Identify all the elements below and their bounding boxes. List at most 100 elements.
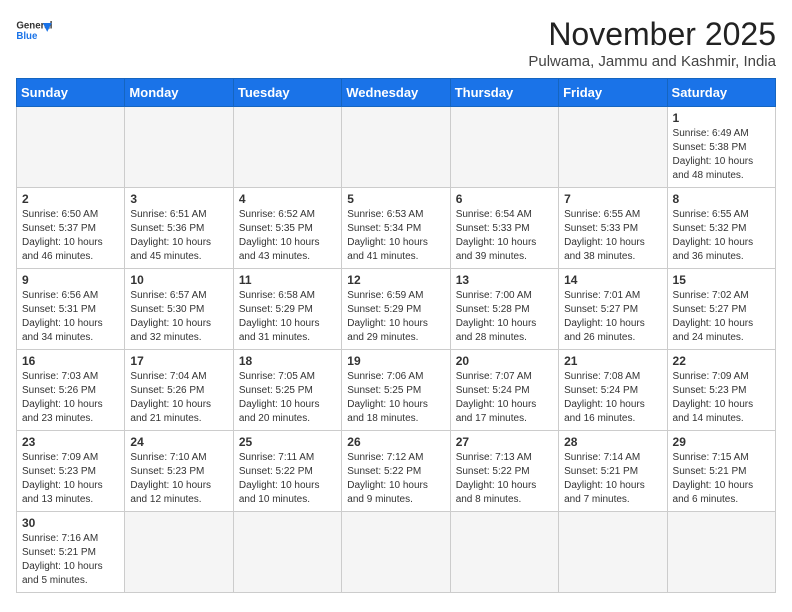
day-info: Sunrise: 7:04 AM Sunset: 5:26 PM Dayligh… xyxy=(130,370,227,426)
calendar-cell: 22 Sunrise: 7:09 AM Sunset: 5:23 PM Dayli… xyxy=(667,350,775,431)
logo: General Blue xyxy=(16,16,52,46)
calendar-cell: 26Sunrise: 7:12 AM Sunset: 5:22 PM Dayli… xyxy=(342,431,450,512)
day-info: Sunrise: 6:54 AM Sunset: 5:33 PM Dayligh… xyxy=(456,208,553,264)
day-info: Sunrise: 6:51 AM Sunset: 5:36 PM Dayligh… xyxy=(130,208,227,264)
day-number: 20 xyxy=(456,354,553,368)
day-number: 17 xyxy=(130,354,227,368)
calendar-cell: 8Sunrise: 6:55 AM Sunset: 5:32 PM Daylig… xyxy=(667,188,775,269)
day-number: 7 xyxy=(564,192,661,206)
calendar-cell: 19Sunrise: 7:06 AM Sunset: 5:25 PM Dayli… xyxy=(342,350,450,431)
calendar-cell: 27 Sunrise: 7:13 AM Sunset: 5:22 PM Dayli… xyxy=(450,431,558,512)
calendar-cell xyxy=(342,107,450,188)
calendar-cell xyxy=(233,512,341,593)
title-area: November 2025 Pulwama, Jammu and Kashmir… xyxy=(528,16,776,70)
day-info: Sunrise: 7:00 AM Sunset: 5:28 PM Dayligh… xyxy=(456,289,553,345)
calendar-cell: 29 Sunrise: 7:15 AM Sunset: 5:21 PM Dayli… xyxy=(667,431,775,512)
day-info: Sunrise: 6:52 AM Sunset: 5:35 PM Dayligh… xyxy=(239,208,336,264)
day-number: 26 xyxy=(347,435,444,449)
day-number: 18 xyxy=(239,354,336,368)
day-number: 19 xyxy=(347,354,444,368)
day-number: 14 xyxy=(564,273,661,287)
calendar-cell xyxy=(667,512,775,593)
calendar-cell: 24 Sunrise: 7:10 AM Sunset: 5:23 PM Dayli… xyxy=(125,431,233,512)
weekday-header-saturday: Saturday xyxy=(667,79,775,107)
day-info: Sunrise: 7:11 AM Sunset: 5:22 PM Dayligh… xyxy=(239,451,336,507)
day-number: 13 xyxy=(456,273,553,287)
day-info: Sunrise: 6:55 AM Sunset: 5:33 PM Dayligh… xyxy=(564,208,661,264)
calendar-week-row: 16 Sunrise: 7:03 AM Sunset: 5:26 PM Dayli… xyxy=(17,350,776,431)
weekday-header-thursday: Thursday xyxy=(450,79,558,107)
day-info: Sunrise: 6:56 AM Sunset: 5:31 PM Dayligh… xyxy=(22,289,119,345)
calendar-cell: 6 Sunrise: 6:54 AM Sunset: 5:33 PM Daylig… xyxy=(450,188,558,269)
calendar-cell: 23 Sunrise: 7:09 AM Sunset: 5:23 PM Dayli… xyxy=(17,431,125,512)
day-number: 30 xyxy=(22,516,119,530)
calendar-cell xyxy=(450,107,558,188)
day-number: 1 xyxy=(673,111,770,125)
calendar-week-row: 9Sunrise: 6:56 AM Sunset: 5:31 PM Daylig… xyxy=(17,269,776,350)
day-info: Sunrise: 7:13 AM Sunset: 5:22 PM Dayligh… xyxy=(456,451,553,507)
day-info: Sunrise: 7:16 AM Sunset: 5:21 PM Dayligh… xyxy=(22,532,119,588)
calendar-cell: 15 Sunrise: 7:02 AM Sunset: 5:27 PM Dayli… xyxy=(667,269,775,350)
calendar-cell xyxy=(125,107,233,188)
calendar-week-row: 1Sunrise: 6:49 AM Sunset: 5:38 PM Daylig… xyxy=(17,107,776,188)
svg-text:Blue: Blue xyxy=(16,31,38,42)
weekday-header-sunday: Sunday xyxy=(17,79,125,107)
weekday-header-wednesday: Wednesday xyxy=(342,79,450,107)
day-info: Sunrise: 7:09 AM Sunset: 5:23 PM Dayligh… xyxy=(22,451,119,507)
calendar-cell xyxy=(233,107,341,188)
weekday-header-tuesday: Tuesday xyxy=(233,79,341,107)
calendar-cell: 12 Sunrise: 6:59 AM Sunset: 5:29 PM Dayli… xyxy=(342,269,450,350)
day-number: 23 xyxy=(22,435,119,449)
calendar-cell xyxy=(450,512,558,593)
calendar-cell: 25Sunrise: 7:11 AM Sunset: 5:22 PM Dayli… xyxy=(233,431,341,512)
day-number: 11 xyxy=(239,273,336,287)
day-number: 24 xyxy=(130,435,227,449)
page-header: General Blue November 2025 Pulwama, Jamm… xyxy=(16,16,776,70)
calendar-cell: 2Sunrise: 6:50 AM Sunset: 5:37 PM Daylig… xyxy=(17,188,125,269)
calendar-cell: 10Sunrise: 6:57 AM Sunset: 5:30 PM Dayli… xyxy=(125,269,233,350)
calendar-cell: 21 Sunrise: 7:08 AM Sunset: 5:24 PM Dayli… xyxy=(559,350,667,431)
day-info: Sunrise: 7:15 AM Sunset: 5:21 PM Dayligh… xyxy=(673,451,770,507)
day-number: 22 xyxy=(673,354,770,368)
day-info: Sunrise: 6:50 AM Sunset: 5:37 PM Dayligh… xyxy=(22,208,119,264)
day-number: 10 xyxy=(130,273,227,287)
day-number: 6 xyxy=(456,192,553,206)
day-number: 29 xyxy=(673,435,770,449)
weekday-header-friday: Friday xyxy=(559,79,667,107)
calendar-cell: 7 Sunrise: 6:55 AM Sunset: 5:33 PM Daylig… xyxy=(559,188,667,269)
day-info: Sunrise: 7:08 AM Sunset: 5:24 PM Dayligh… xyxy=(564,370,661,426)
day-info: Sunrise: 6:59 AM Sunset: 5:29 PM Dayligh… xyxy=(347,289,444,345)
calendar-cell: 4 Sunrise: 6:52 AM Sunset: 5:35 PM Daylig… xyxy=(233,188,341,269)
weekday-header-monday: Monday xyxy=(125,79,233,107)
calendar-table: SundayMondayTuesdayWednesdayThursdayFrid… xyxy=(16,78,776,593)
calendar-cell xyxy=(342,512,450,593)
day-info: Sunrise: 7:03 AM Sunset: 5:26 PM Dayligh… xyxy=(22,370,119,426)
day-info: Sunrise: 6:58 AM Sunset: 5:29 PM Dayligh… xyxy=(239,289,336,345)
calendar-cell xyxy=(559,512,667,593)
calendar-week-row: 2Sunrise: 6:50 AM Sunset: 5:37 PM Daylig… xyxy=(17,188,776,269)
day-number: 28 xyxy=(564,435,661,449)
day-info: Sunrise: 7:02 AM Sunset: 5:27 PM Dayligh… xyxy=(673,289,770,345)
calendar-week-row: 23 Sunrise: 7:09 AM Sunset: 5:23 PM Dayli… xyxy=(17,431,776,512)
logo-icon: General Blue xyxy=(16,16,52,46)
day-number: 16 xyxy=(22,354,119,368)
day-number: 21 xyxy=(564,354,661,368)
calendar-cell: 16 Sunrise: 7:03 AM Sunset: 5:26 PM Dayli… xyxy=(17,350,125,431)
day-number: 15 xyxy=(673,273,770,287)
calendar-cell: 5Sunrise: 6:53 AM Sunset: 5:34 PM Daylig… xyxy=(342,188,450,269)
calendar-cell: 30 Sunrise: 7:16 AM Sunset: 5:21 PM Dayli… xyxy=(17,512,125,593)
day-info: Sunrise: 7:09 AM Sunset: 5:23 PM Dayligh… xyxy=(673,370,770,426)
calendar-week-row: 30 Sunrise: 7:16 AM Sunset: 5:21 PM Dayli… xyxy=(17,512,776,593)
location-title: Pulwama, Jammu and Kashmir, India xyxy=(528,53,776,70)
calendar-cell: 14Sunrise: 7:01 AM Sunset: 5:27 PM Dayli… xyxy=(559,269,667,350)
calendar-cell xyxy=(17,107,125,188)
calendar-cell: 3Sunrise: 6:51 AM Sunset: 5:36 PM Daylig… xyxy=(125,188,233,269)
day-number: 4 xyxy=(239,192,336,206)
day-number: 12 xyxy=(347,273,444,287)
month-title: November 2025 xyxy=(528,16,776,53)
day-info: Sunrise: 6:55 AM Sunset: 5:32 PM Dayligh… xyxy=(673,208,770,264)
day-info: Sunrise: 7:05 AM Sunset: 5:25 PM Dayligh… xyxy=(239,370,336,426)
day-info: Sunrise: 7:10 AM Sunset: 5:23 PM Dayligh… xyxy=(130,451,227,507)
calendar-cell: 11 Sunrise: 6:58 AM Sunset: 5:29 PM Dayli… xyxy=(233,269,341,350)
day-number: 27 xyxy=(456,435,553,449)
